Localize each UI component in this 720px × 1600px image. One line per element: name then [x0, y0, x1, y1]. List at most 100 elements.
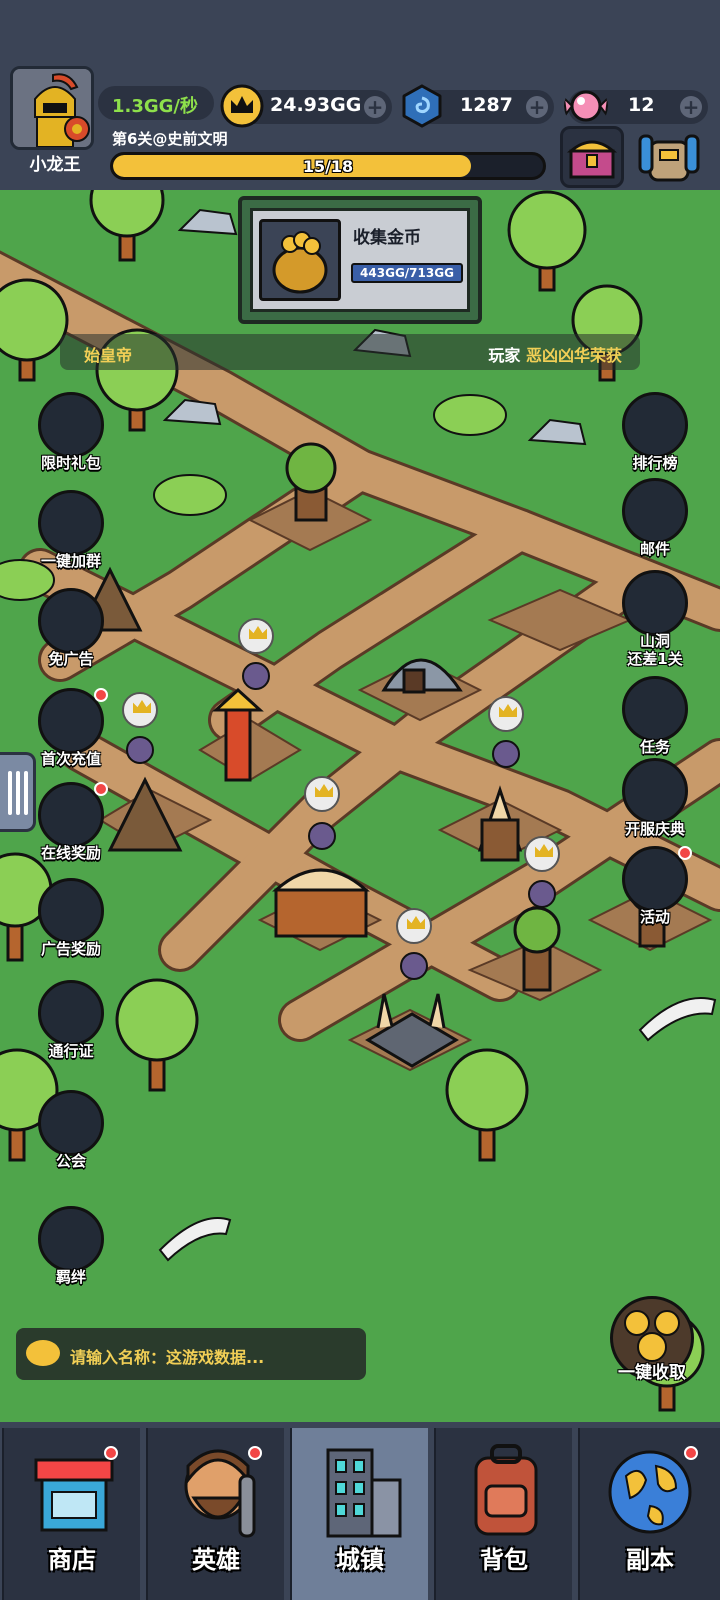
- right-button-label: 任务: [639, 738, 670, 756]
- mail-icon: [622, 478, 688, 544]
- player-avatar[interactable]: [10, 66, 94, 150]
- stone-cave-building[interactable]: [381, 658, 463, 694]
- collect-gold-bar: 443GG/713GG: [351, 263, 463, 283]
- tree: [445, 1048, 529, 1162]
- tree: [507, 190, 587, 292]
- bottom-navigation: 商店 英雄 城镇 背包 副本: [0, 1422, 720, 1600]
- tree: [89, 190, 165, 262]
- building-level-badge: [122, 692, 158, 728]
- gold-counter: 24.93GG +: [220, 84, 392, 128]
- side-drawer-handle[interactable]: [0, 752, 36, 832]
- left-button-5[interactable]: 广告奖励: [26, 878, 116, 968]
- right-button-0[interactable]: 排行榜: [610, 392, 700, 482]
- right-button-4[interactable]: 开服庆典: [610, 758, 700, 848]
- nav-heroes-label: 英雄: [192, 1546, 240, 1574]
- building-level-badge: [488, 696, 524, 732]
- pass-icon: [38, 980, 104, 1046]
- swirl-gem-icon: [402, 84, 442, 128]
- candy-counter: 12 +: [564, 90, 708, 124]
- add-gold-button[interactable]: +: [364, 96, 386, 118]
- player-name: 小龙王: [29, 155, 81, 175]
- income-rate: 1.3GG/秒: [112, 96, 199, 117]
- collect-all-button[interactable]: 一键收取: [606, 1296, 698, 1388]
- ad-chest-icon: [38, 878, 104, 944]
- treasure-chest-icon: [566, 140, 618, 179]
- gold-pot-icon: [259, 219, 341, 301]
- equipment-button[interactable]: [636, 128, 702, 186]
- left-button-label: 免广告: [48, 650, 94, 668]
- left-button-1[interactable]: 一键加群: [26, 490, 116, 580]
- chat-bubble-icon: [26, 1340, 60, 1366]
- stage-label: 第6关@史前文明: [112, 130, 228, 148]
- left-button-label: 限时礼包: [40, 454, 101, 472]
- nav-town-label: 城镇: [336, 1546, 384, 1574]
- left-button-7[interactable]: 公会: [26, 1090, 116, 1180]
- notification-dot: [248, 1446, 262, 1460]
- chat-bar[interactable]: 请输入名称：这游戏数据...: [16, 1328, 366, 1380]
- candy-icon: [564, 90, 608, 122]
- candy-amount: 12: [628, 94, 655, 116]
- notification-dot: [94, 688, 108, 702]
- left-button-0[interactable]: 限时礼包: [26, 392, 116, 482]
- right-button-label: 开服庆典: [624, 820, 685, 838]
- notification-dot: [684, 1446, 698, 1460]
- left-button-8[interactable]: 羁绊: [26, 1206, 116, 1296]
- globe-icon: [608, 1450, 692, 1534]
- right-button-5[interactable]: 活动: [610, 846, 700, 936]
- left-button-label: 一键加群: [40, 552, 101, 570]
- right-button-label: 活动: [639, 908, 670, 926]
- chat-text: 请输入名称：这游戏数据...: [70, 1348, 265, 1367]
- left-button-label: 广告奖励: [40, 940, 101, 958]
- right-button-2[interactable]: 山洞 还差1关: [610, 570, 700, 668]
- right-button-1[interactable]: 邮件: [610, 478, 700, 568]
- marquee-left-text: 始皇帝: [84, 346, 133, 365]
- collect-all-label: 一键收取: [618, 1363, 686, 1383]
- nav-town[interactable]: 城镇: [290, 1428, 428, 1600]
- town-buildings-icon: [326, 1448, 402, 1538]
- add-candy-button[interactable]: +: [680, 96, 702, 118]
- left-button-2[interactable]: 免广告: [26, 588, 116, 678]
- building-level-badge: [524, 836, 560, 872]
- penguin-icon: [38, 490, 104, 556]
- clipboard-icon: [622, 676, 688, 742]
- notification-dot: [94, 782, 108, 796]
- tree: [0, 278, 69, 382]
- notification-dot: [104, 1446, 118, 1460]
- left-button-label: 羁绊: [55, 1268, 86, 1286]
- nav-dungeon-label: 副本: [626, 1546, 674, 1574]
- tent-gift-icon: [38, 392, 104, 458]
- bond-icon: [38, 1206, 104, 1272]
- backpack-gear-icon: [638, 134, 700, 182]
- income-rate-pill: 1.3GG/秒: [98, 86, 214, 120]
- nav-heroes[interactable]: 英雄: [146, 1428, 284, 1600]
- building-level-badge: [396, 908, 432, 944]
- left-button-label: 在线奖励: [40, 844, 101, 862]
- map-scroll-icon: [622, 758, 688, 824]
- great-hall-building[interactable]: [272, 868, 370, 938]
- right-button-label: 排行榜: [632, 454, 678, 472]
- building-level-badge: [238, 618, 274, 654]
- gem-counter: 1287 +: [402, 84, 554, 128]
- stage-progress-bar: 15/18: [110, 152, 546, 180]
- hero-chip: [492, 740, 520, 768]
- stage-progress-text: 15/18: [302, 157, 354, 176]
- hero-chip: [400, 952, 428, 980]
- nav-dungeon[interactable]: 副本: [578, 1428, 720, 1600]
- right-button-3[interactable]: 任务: [610, 676, 700, 766]
- left-button-4[interactable]: 在线奖励: [26, 782, 116, 872]
- left-button-label: 通行证: [48, 1042, 94, 1060]
- nav-backpack[interactable]: 背包: [434, 1428, 572, 1600]
- left-button-3[interactable]: 首次充值: [26, 688, 116, 778]
- add-gem-button[interactable]: +: [526, 96, 548, 118]
- building-level-badge: [304, 776, 340, 812]
- collect-gold-title: 收集金币: [353, 228, 421, 248]
- hero-chip: [528, 880, 556, 908]
- no-ads-icon: [38, 588, 104, 654]
- collect-gold-panel[interactable]: 收集金币 443GG/713GG: [238, 196, 482, 324]
- nav-shop[interactable]: 商店: [2, 1428, 140, 1600]
- treasure-chest-button[interactable]: [560, 126, 624, 188]
- left-button-6[interactable]: 通行证: [26, 980, 116, 1070]
- right-button-label: 邮件: [639, 540, 670, 558]
- backpack-icon: [474, 1444, 538, 1536]
- gem-amount: 1287: [460, 94, 513, 116]
